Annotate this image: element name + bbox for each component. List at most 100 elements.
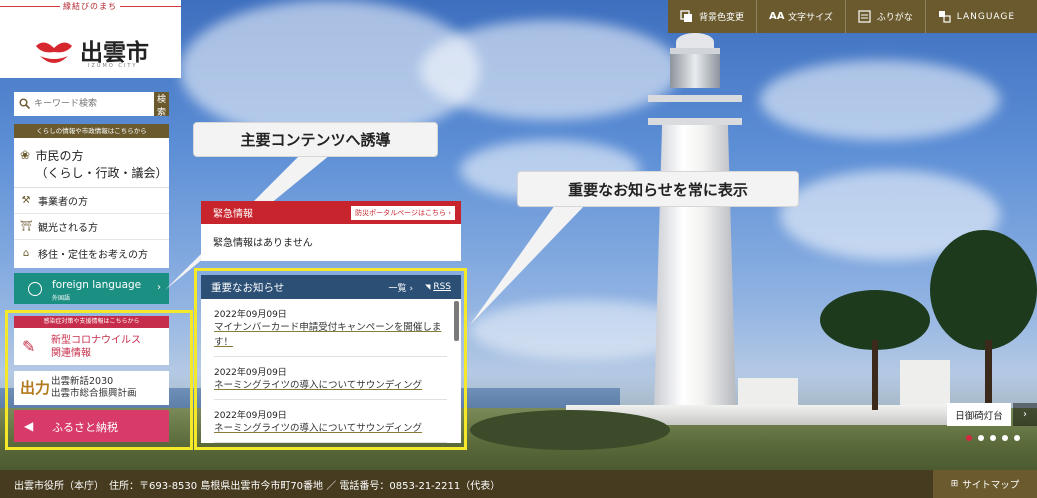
sitemap-label: サイトマップ xyxy=(962,480,1020,491)
news-item[interactable]: 2022年09月09日 ネーミングライツの導入についてサウンディング xyxy=(214,400,447,443)
slide-dot-4[interactable] xyxy=(1002,435,1008,441)
torii-icon: ⛩ xyxy=(20,221,33,232)
language-button[interactable]: LANGUAGE xyxy=(924,0,1027,33)
foreign-language-button[interactable]: foreign language 外国語 › xyxy=(14,273,169,304)
lighthouse-lamp xyxy=(670,48,720,88)
slide-dot-2[interactable] xyxy=(978,435,984,441)
news-item[interactable]: 2022年09月09日 ネーミングライツの導入についてサウンディング xyxy=(214,357,447,400)
logo-name: 出雲市 xyxy=(80,39,149,66)
logo-sub: IZUMO CITY xyxy=(88,63,138,69)
font-size-button[interactable]: AA 文字サイズ xyxy=(756,0,845,33)
site-logo[interactable]: 縁結びのまち 出雲市 IZUMO CITY xyxy=(0,0,181,78)
news-header: 重要なお知らせ 一覧 › ◥ RSS xyxy=(201,275,461,299)
sitemap-icon: ⊞ xyxy=(950,479,959,489)
font-size-label: 文字サイズ xyxy=(788,13,833,23)
callout-main-content: 主要コンテンツへ誘導 xyxy=(193,122,438,157)
nav-item-tourism[interactable]: ⛩ 観光される方 xyxy=(14,214,169,240)
nav-item-business-label: 事業者の方 xyxy=(38,197,88,208)
language-label: LANGUAGE xyxy=(956,11,1016,22)
background-color-label: 背景色変更 xyxy=(699,13,745,23)
lighthouse-band xyxy=(648,95,742,102)
emergency-header: 緊急情報 防災ポータルページはこちら › xyxy=(201,201,461,224)
utility-bar: 背景色変更 AA 文字サイズ ふりがな LANGUAGE xyxy=(668,0,1037,33)
nav-item-tourism-label: 観光される方 xyxy=(38,223,98,234)
furigana-button[interactable]: ふりがな xyxy=(844,0,925,33)
footer: 出雲市役所（本庁） 住所：〒693-8530 島根県出雲市今市町70番地 ／ 電… xyxy=(0,470,1037,498)
news-item-title[interactable]: ネーミングライツの導入についてサウンディング xyxy=(214,378,447,393)
arrow-right-icon: › xyxy=(157,282,161,293)
news-item[interactable]: 2022年09月09日 マイナンバーカード申請受付キャンペーンを開催します！ xyxy=(214,299,447,357)
news-list-link[interactable]: 一覧 › xyxy=(389,281,414,294)
search-icon xyxy=(19,98,30,109)
slide-dot-5[interactable] xyxy=(1014,435,1020,441)
search-bar: 検索 xyxy=(14,92,169,118)
news-date: 2022年09月09日 xyxy=(214,368,287,378)
fish-icon: ◀ xyxy=(24,419,34,433)
chevron-right-icon: › xyxy=(448,208,451,217)
furigana-label: ふりがな xyxy=(876,13,913,23)
emergency-title: 緊急情報 xyxy=(213,209,253,220)
covid-header: 感染症対策や支援情報はこちらから xyxy=(14,316,169,328)
nav-header: くらしの情報や市政情報はこちらから xyxy=(14,124,169,138)
search-input[interactable] xyxy=(14,92,154,116)
slide-dot-1[interactable] xyxy=(966,435,972,441)
language-icon xyxy=(938,10,951,23)
cloud xyxy=(760,60,1000,140)
main-nav: ❀ 市民の方 （くらし・行政・議会） ⚒ 事業者の方 ⛩ 観光される方 ⌂ 移住… xyxy=(14,138,169,268)
disaster-portal-link-label: 防災ポータルページはこちら xyxy=(355,208,446,217)
cloud xyxy=(420,20,680,120)
foreign-language-label: foreign language xyxy=(52,279,142,291)
nav-item-relocation-label: 移住・定住をお考えの方 xyxy=(38,249,148,261)
logo-mark-icon xyxy=(36,42,72,63)
rss-link[interactable]: ◥ RSS xyxy=(425,282,451,292)
slide-dot-3[interactable] xyxy=(990,435,996,441)
logo-tagline: 縁結びのまち xyxy=(60,1,120,12)
citizens-icon: ❀ xyxy=(20,148,31,162)
font-size-icon: AA xyxy=(769,11,785,22)
furusato-tax-label: ふるさと納税 xyxy=(52,421,118,434)
emergency-panel: 緊急情報 防災ポータルページはこちら › 緊急情報はありません xyxy=(201,201,461,261)
globe-icon xyxy=(28,282,42,296)
news-date: 2022年09月09日 xyxy=(214,411,287,421)
footer-address: 出雲市役所（本庁） 住所：〒693-8530 島根県出雲市今市町70番地 ／ 電… xyxy=(14,480,501,492)
nav-item-relocation[interactable]: ⌂ 移住・定住をお考えの方 xyxy=(14,240,169,266)
shinwa-line1: 出雲新話2030 xyxy=(51,376,114,387)
news-list-link-label: 一覧 xyxy=(388,283,407,294)
building xyxy=(738,378,798,408)
shinwa-line2: 出雲市総合振興計画 xyxy=(51,388,137,399)
shinwa-logo: 出力 xyxy=(20,379,51,397)
house-icon: ⌂ xyxy=(22,247,30,259)
disaster-portal-link[interactable]: 防災ポータルページはこちら › xyxy=(351,205,455,220)
nav-item-citizens-label: 市民の方 xyxy=(35,149,84,163)
slide-next-button[interactable]: › xyxy=(1013,403,1037,426)
furusato-tax-button[interactable]: ◀ ふるさと納税 xyxy=(14,410,169,442)
covid-info-button[interactable]: ✎ 新型コロナウイルス 関連情報 xyxy=(14,328,169,365)
rss-label: RSS xyxy=(433,282,451,292)
lighthouse-band xyxy=(648,118,742,125)
covid-line2: 関連情報 xyxy=(51,348,91,359)
nav-item-citizens[interactable]: ❀ 市民の方 （くらし・行政・議会） xyxy=(14,138,169,188)
tool-icon: ⚒ xyxy=(21,195,31,206)
tree-trunk xyxy=(872,340,878,410)
news-date: 2022年09月09日 xyxy=(214,310,287,320)
ruby-icon xyxy=(858,10,871,23)
callout-important-news: 重要なお知らせを常に表示 xyxy=(517,171,799,207)
rss-icon: ◥ xyxy=(425,283,431,291)
nav-item-business[interactable]: ⚒ 事業者の方 xyxy=(14,188,169,214)
sitemap-button[interactable]: ⊞ サイトマップ xyxy=(933,470,1037,498)
news-panel: 重要なお知らせ 一覧 › ◥ RSS 2022年09月09日 マイナンバーカード… xyxy=(201,275,461,443)
news-item-title[interactable]: ネーミングライツの導入についてサウンディング xyxy=(214,421,447,436)
news-item-title[interactable]: マイナンバーカード申請受付キャンペーンを開催します！ xyxy=(214,320,447,350)
slide-dots xyxy=(966,435,1020,441)
background-color-button[interactable]: 背景色変更 xyxy=(668,0,756,33)
lighthouse-tower xyxy=(654,120,736,410)
slide-caption: 日御碕灯台 xyxy=(947,403,1011,426)
contrast-icon xyxy=(680,10,693,23)
news-scrollbar[interactable] xyxy=(454,301,459,341)
tree-trunk xyxy=(985,340,992,410)
shinwa-plan-button[interactable]: 出力 出雲新話2030 出雲市総合振興計画 xyxy=(14,371,169,405)
chevron-right-icon: › xyxy=(409,283,414,294)
search-button[interactable]: 検索 xyxy=(154,92,169,118)
news-list: 2022年09月09日 マイナンバーカード申請受付キャンペーンを開催します！ 2… xyxy=(201,299,461,443)
covid-line1: 新型コロナウイルス xyxy=(51,335,141,346)
